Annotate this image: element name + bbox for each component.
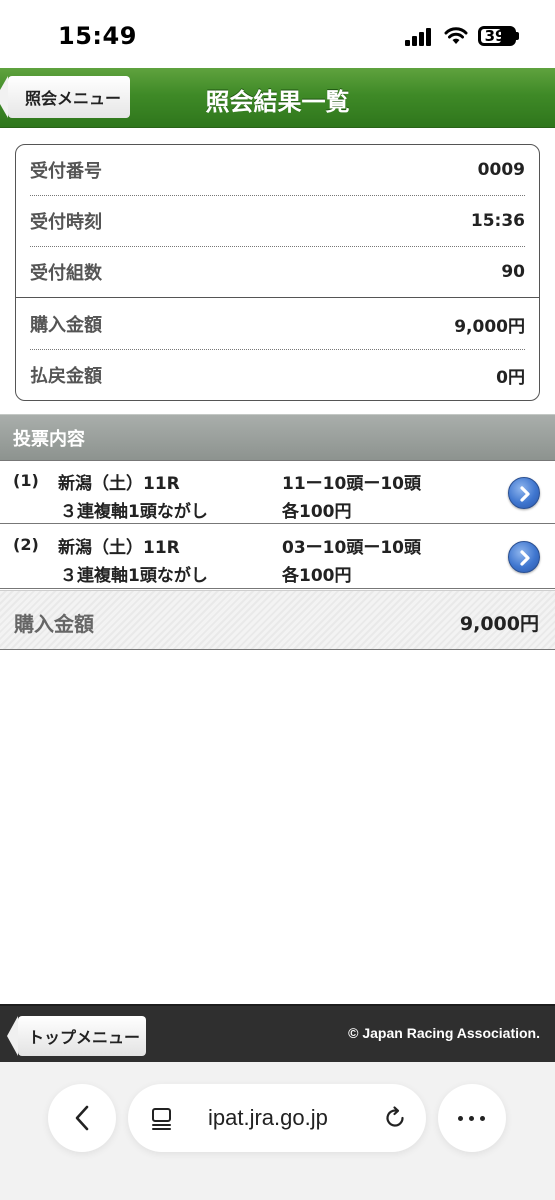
address-bar[interactable]: ipat.jra.go.jp [128,1084,426,1152]
summary-label: 受付番号 [30,161,102,182]
total-value: 9,000円 [459,613,539,635]
bet-type: ３連複軸1頭ながし [60,502,208,522]
summary-row-purchase-amount: 購入金額 9,000円 [30,299,525,349]
reload-icon[interactable] [382,1105,408,1131]
summary-label: 受付時刻 [30,212,102,233]
summary-value: 9,000円 [454,316,525,337]
total-label: 購入金額 [14,612,94,636]
battery-level: 39 [484,27,506,45]
bet-number: (1) [13,471,39,490]
app-header: 照会結果一覧 照会メニュー [0,68,555,128]
top-menu-button[interactable]: トップメニュー [7,1016,146,1056]
copyright-text: © Japan Racing Association. [348,1025,540,1041]
url-text[interactable]: ipat.jra.go.jp [208,1105,328,1131]
battery-icon: 39 [478,26,516,46]
page-menu-icon[interactable] [150,1106,174,1130]
summary-label: 払戻金額 [30,366,102,387]
bet-combination: 11ー10頭ー10頭 [282,474,421,494]
summary-value: 15:36 [470,211,525,231]
bet-number: (2) [13,535,39,554]
bets-section-header: 投票内容 [0,414,555,460]
chevron-right-icon[interactable] [508,541,540,573]
browser-back-button[interactable] [48,1084,116,1152]
summary-label: 受付組数 [30,263,102,284]
summary-row-payout-amount: 払戻金額 0円 [30,350,525,400]
chevron-left-icon [75,1105,89,1131]
status-time: 15:49 [58,22,137,50]
bet-amount: 各100円 [282,566,352,586]
bet-list-item[interactable]: (1) 新潟（土）11R ３連複軸1頭ながし 11ー10頭ー10頭 各100円 [0,460,555,524]
status-bar: 15:49 39 [0,0,555,68]
browser-toolbar: ipat.jra.go.jp [0,1062,555,1200]
total-purchase-row: 購入金額 9,000円 [0,590,555,650]
summary-value: 0円 [496,367,525,388]
receipt-summary: 受付番号 0009 受付時刻 15:36 受付組数 90 購入金額 9,000円… [15,144,540,401]
wifi-icon [444,27,468,44]
bet-combination: 03ー10頭ー10頭 [282,538,421,558]
summary-label: 購入金額 [30,315,102,336]
app-footer: トップメニュー © Japan Racing Association. [0,1004,555,1062]
summary-row-combination-count: 受付組数 90 [30,247,525,297]
bet-amount: 各100円 [282,502,352,522]
back-to-inquiry-menu-button[interactable]: 照会メニュー [0,76,130,118]
summary-value: 90 [501,262,525,282]
summary-row-receipt-number: 受付番号 0009 [30,145,525,195]
summary-value: 0009 [477,160,525,180]
bet-race: 新潟（土）11R [58,474,180,494]
chevron-right-icon[interactable] [508,477,540,509]
cellular-signal-icon [405,28,435,46]
bet-type: ３連複軸1頭ながし [60,566,208,586]
more-options-icon[interactable] [438,1084,506,1152]
summary-row-receipt-time: 受付時刻 15:36 [30,196,525,246]
bet-race: 新潟（土）11R [58,538,180,558]
bet-list-item[interactable]: (2) 新潟（土）11R ３連複軸1頭ながし 03ー10頭ー10頭 各100円 [0,525,555,589]
